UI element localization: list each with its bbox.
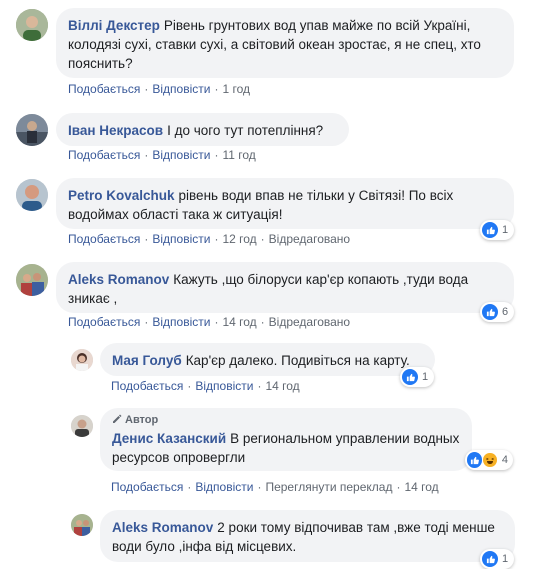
like-button[interactable]: Подобається: [111, 379, 183, 393]
reply-actions: Подобається · Відповісти · 14 год: [111, 379, 300, 393]
like-icon: [402, 369, 418, 385]
reply-bubble: Автор Денис Казанский В региональном упра…: [100, 408, 472, 471]
author-badge: Автор: [112, 413, 460, 427]
avatar[interactable]: [71, 349, 93, 371]
reply-button[interactable]: Відповісти: [152, 232, 210, 246]
like-icon: [482, 551, 498, 567]
like-button[interactable]: Подобається: [68, 232, 140, 246]
reaction-count: 4: [501, 454, 508, 466]
like-button[interactable]: Подобається: [68, 315, 140, 329]
author-badge-label: Автор: [125, 414, 159, 426]
reaction-count: 1: [502, 553, 509, 565]
comment-timestamp[interactable]: 1 год: [222, 82, 250, 96]
like-button[interactable]: Подобається: [68, 82, 140, 96]
reactions-summary[interactable]: 1: [480, 220, 514, 240]
avatar[interactable]: [71, 415, 93, 437]
reply-actions: Подобається · Відповісти · Переглянути перек…: [111, 480, 439, 494]
avatar[interactable]: [16, 9, 48, 41]
comment-timestamp[interactable]: 14 год: [222, 315, 256, 329]
comment-actions: Подобається · Відповісти · 1 год: [68, 82, 250, 96]
reply-timestamp[interactable]: 14 год: [265, 379, 299, 393]
comment-author[interactable]: Petro Kovalchuk: [68, 188, 175, 203]
comment-actions: Подобається · Відповісти · 11 год: [68, 148, 256, 162]
comment-bubble: Aleks Romanov Кажуть ,що білоруси кар'єр …: [56, 262, 514, 313]
reply-button[interactable]: Відповісти: [195, 379, 253, 393]
avatar[interactable]: [71, 514, 93, 536]
reply-button[interactable]: Відповісти: [152, 148, 210, 162]
see-translation-link[interactable]: Переглянути переклад: [265, 480, 392, 494]
reply-timestamp[interactable]: 14 год: [404, 480, 438, 494]
reaction-count: 1: [502, 224, 509, 236]
reply-button[interactable]: Відповісти: [152, 315, 210, 329]
like-button[interactable]: Подобається: [68, 148, 140, 162]
reactions-summary[interactable]: 4: [465, 450, 513, 470]
comment-author[interactable]: Віллі Декстер: [68, 18, 160, 33]
edited-label[interactable]: Відредаговано: [269, 232, 350, 246]
comment-text: І до чого тут потепління?: [167, 123, 324, 138]
comment-actions: Подобається · Відповісти · 12 год · Відредагов…: [68, 232, 351, 246]
comment-bubble: Petro Kovalchuk рівень води впав не тільк…: [56, 178, 514, 229]
like-icon: [467, 452, 483, 468]
reply-button[interactable]: Відповісти: [152, 82, 210, 96]
reactions-summary[interactable]: 1: [480, 549, 514, 569]
reply-button[interactable]: Відповісти: [195, 480, 253, 494]
comment-author[interactable]: Іван Некрасов: [68, 123, 163, 138]
reply-bubble: Aleks Romanov 2 роки тому відпочивав там …: [100, 510, 515, 562]
avatar[interactable]: [16, 114, 48, 146]
comment-bubble: Віллі Декстер Рівень грунтових вод упав м…: [56, 8, 514, 78]
comment-bubble: Іван Некрасов І до чого тут потепління?: [56, 113, 349, 146]
like-icon: [482, 304, 498, 320]
reply-text: Кар'єр далеко. Подивіться на карту.: [185, 353, 410, 368]
reply-bubble: Мая Голуб Кар'єр далеко. Подивіться на ка…: [100, 343, 435, 376]
comment-timestamp[interactable]: 12 год: [222, 232, 256, 246]
avatar[interactable]: [16, 264, 48, 296]
reaction-count: 6: [502, 306, 509, 318]
reactions-summary[interactable]: 1: [400, 367, 434, 387]
reactions-summary[interactable]: 6: [480, 302, 514, 322]
reply-author[interactable]: Aleks Romanov: [112, 520, 213, 535]
avatar[interactable]: [16, 179, 48, 211]
pencil-icon: [113, 414, 122, 423]
comment-author[interactable]: Aleks Romanov: [68, 272, 169, 287]
reply-author[interactable]: Мая Голуб: [112, 353, 182, 368]
like-icon: [482, 222, 498, 238]
comment-actions: Подобається · Відповісти · 14 год · Відредагов…: [68, 315, 351, 329]
reaction-count: 1: [422, 371, 429, 383]
haha-icon: [482, 452, 498, 468]
like-button[interactable]: Подобається: [111, 480, 183, 494]
reply-author[interactable]: Денис Казанский: [112, 431, 226, 446]
comment-timestamp[interactable]: 11 год: [222, 148, 255, 162]
edited-label[interactable]: Відредаговано: [269, 315, 350, 329]
